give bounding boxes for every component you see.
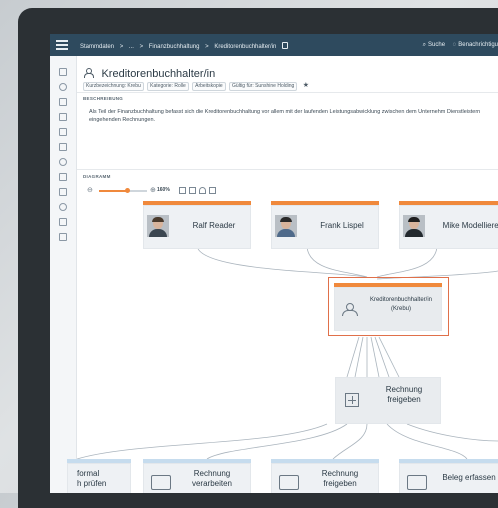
settings-icon[interactable]: [59, 173, 67, 181]
fullscreen-icon[interactable]: [189, 187, 196, 194]
role-short-name: (Krebu): [390, 306, 411, 312]
bell-icon[interactable]: ◌: [453, 42, 457, 48]
section-diagram-label: DIAGRAMM: [83, 174, 111, 179]
search-link[interactable]: Suche: [428, 42, 445, 48]
page-title: Kreditorenbuchhalter/in: [101, 68, 216, 80]
person-name: Mike Modellierer: [442, 221, 498, 230]
edge: [376, 244, 438, 278]
task-node-beleg-erfassen[interactable]: Beleg erfassen: [399, 459, 498, 493]
zoom-slider[interactable]: [99, 188, 147, 193]
role-icon: [83, 68, 94, 78]
meta-status: Arbeitskopie: [192, 81, 226, 91]
divider: [77, 92, 498, 93]
diagram-toolbar: ⊖ ⊕ 160%: [87, 186, 247, 196]
edge: [196, 244, 368, 278]
description-text: Als Teil der Finanzbuchhaltung befasst s…: [89, 109, 481, 123]
list-icon[interactable]: [59, 113, 67, 121]
diagram-canvas[interactable]: Ralf Reader Frank Lispel Mike Modelliere…: [67, 201, 498, 493]
task-name-line1: Rechnung: [193, 469, 231, 478]
notifications-link[interactable]: Benachrichtigu: [458, 42, 498, 48]
task-name-line1: Beleg erfassen: [442, 473, 496, 482]
share-icon[interactable]: [199, 187, 206, 194]
main-content: Kreditorenbuchhalter/in Kurzbezeichnung:…: [67, 56, 498, 493]
user-icon[interactable]: [59, 83, 67, 91]
breadcrumb-separator: >: [139, 44, 144, 50]
person-node-ralf-reader[interactable]: Ralf Reader: [143, 201, 251, 249]
copy-icon[interactable]: [282, 42, 289, 49]
task-name-line1: Rechnung: [321, 469, 359, 478]
avatar: [147, 215, 169, 237]
title-row: Kreditorenbuchhalter/in: [83, 64, 215, 82]
role-node-kreditorenbuchhalter[interactable]: Kreditorenbuchhalter/in (Krebu): [334, 283, 442, 331]
edge: [354, 336, 364, 378]
globe-icon[interactable]: [59, 158, 67, 166]
zoom-slider-fill: [99, 190, 128, 192]
breadcrumb-item-finanzbuchhaltung[interactable]: Finanzbuchhaltung: [149, 44, 200, 50]
breadcrumb-separator: >: [205, 44, 209, 50]
document-icon[interactable]: [59, 218, 67, 226]
chat-icon[interactable]: [59, 98, 67, 106]
person-name: Ralf Reader: [192, 221, 236, 230]
task-icon: [407, 475, 427, 490]
process-name-line1: Rechnung: [385, 385, 423, 394]
database-icon[interactable]: [59, 203, 67, 211]
folder-icon[interactable]: [59, 143, 67, 151]
breadcrumb-item-current: Kreditorenbuchhalter/in: [214, 44, 277, 50]
task-icon: [279, 475, 299, 490]
role-icon: [342, 303, 358, 316]
task-node-formal-pruefen[interactable]: formal h prüfen: [67, 459, 131, 493]
process-name-line2: freigeben: [387, 395, 421, 404]
edge: [346, 336, 360, 378]
meta-short-name: Kurzbezeichnung: Krebu: [83, 81, 144, 91]
expand-process-icon[interactable]: [345, 393, 359, 407]
zoom-slider-handle[interactable]: [125, 188, 131, 193]
zoom-out-icon[interactable]: ⊖: [87, 186, 93, 194]
search-icon[interactable]: ⌕: [423, 42, 426, 48]
edge: [386, 423, 468, 460]
sidebar: [50, 56, 77, 493]
task-name-line2: h prüfen: [77, 479, 107, 488]
divider: [77, 169, 498, 170]
person-node-frank-lispel[interactable]: Frank Lispel: [271, 201, 379, 249]
person-node-mike-modellierer[interactable]: Mike Modellierer: [399, 201, 498, 249]
breadcrumb-separator: >: [119, 44, 124, 50]
print-icon[interactable]: [209, 187, 216, 194]
task-icon: [151, 475, 171, 490]
favorite-star-icon[interactable]: ★: [303, 82, 309, 89]
edge: [370, 336, 380, 378]
zoom-level: 160%: [157, 187, 170, 193]
meta-valid-for: Gültig für: Sunshine Holding: [229, 81, 298, 91]
edge: [406, 423, 498, 442]
avatar: [275, 215, 297, 237]
meta-row: Kurzbezeichnung: Krebu Kategorie: Rolle …: [83, 81, 309, 91]
person-name: Frank Lispel: [320, 221, 364, 230]
task-node-rechnung-verarbeiten[interactable]: Rechnung verarbeiten: [143, 459, 251, 493]
breadcrumb-item-stammdaten[interactable]: Stammdaten: [80, 44, 114, 50]
star-icon[interactable]: [59, 68, 67, 76]
zoom-in-icon[interactable]: ⊕: [150, 186, 156, 194]
edge: [77, 423, 328, 460]
task-name-line2: verarbeiten: [191, 479, 233, 488]
top-actions: ⌕ Suche ◌ Benachrichtigu: [417, 42, 498, 49]
section-description-label: BESCHREIBUNG: [83, 96, 124, 101]
task-name-line1: formal: [77, 469, 100, 478]
task-node-rechnung-freigeben[interactable]: Rechnung freigeben: [271, 459, 379, 493]
role-name: Kreditorenbuchhalter/in: [369, 297, 433, 303]
top-bar: Stammdaten > ... > Finanzbuchhaltung > K…: [50, 34, 498, 56]
breadcrumb: Stammdaten > ... > Finanzbuchhaltung > K…: [80, 42, 292, 50]
org-chart-icon[interactable]: [59, 128, 67, 136]
avatar: [403, 215, 425, 237]
process-node-rechnung-freigeben[interactable]: Rechnung freigeben: [335, 377, 441, 424]
table-icon[interactable]: [59, 233, 67, 241]
breadcrumb-item-ellipsis[interactable]: ...: [129, 44, 134, 50]
task-name-line2: freigeben: [323, 479, 357, 488]
fit-icon[interactable]: [179, 187, 186, 194]
menu-icon[interactable]: [56, 40, 68, 50]
meta-category: Kategorie: Rolle: [147, 81, 189, 91]
chart-icon[interactable]: [59, 188, 67, 196]
app-window: Stammdaten > ... > Finanzbuchhaltung > K…: [50, 34, 498, 493]
